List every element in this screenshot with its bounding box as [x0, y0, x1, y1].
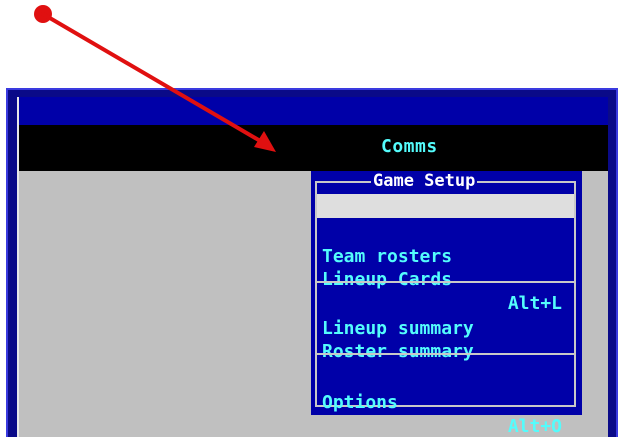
arrow-shaft: [41, 12, 264, 144]
screenshot: Comms Game Setup Game info Alt+G Team ro…: [0, 0, 625, 437]
annotation-arrow: [34, 5, 276, 152]
